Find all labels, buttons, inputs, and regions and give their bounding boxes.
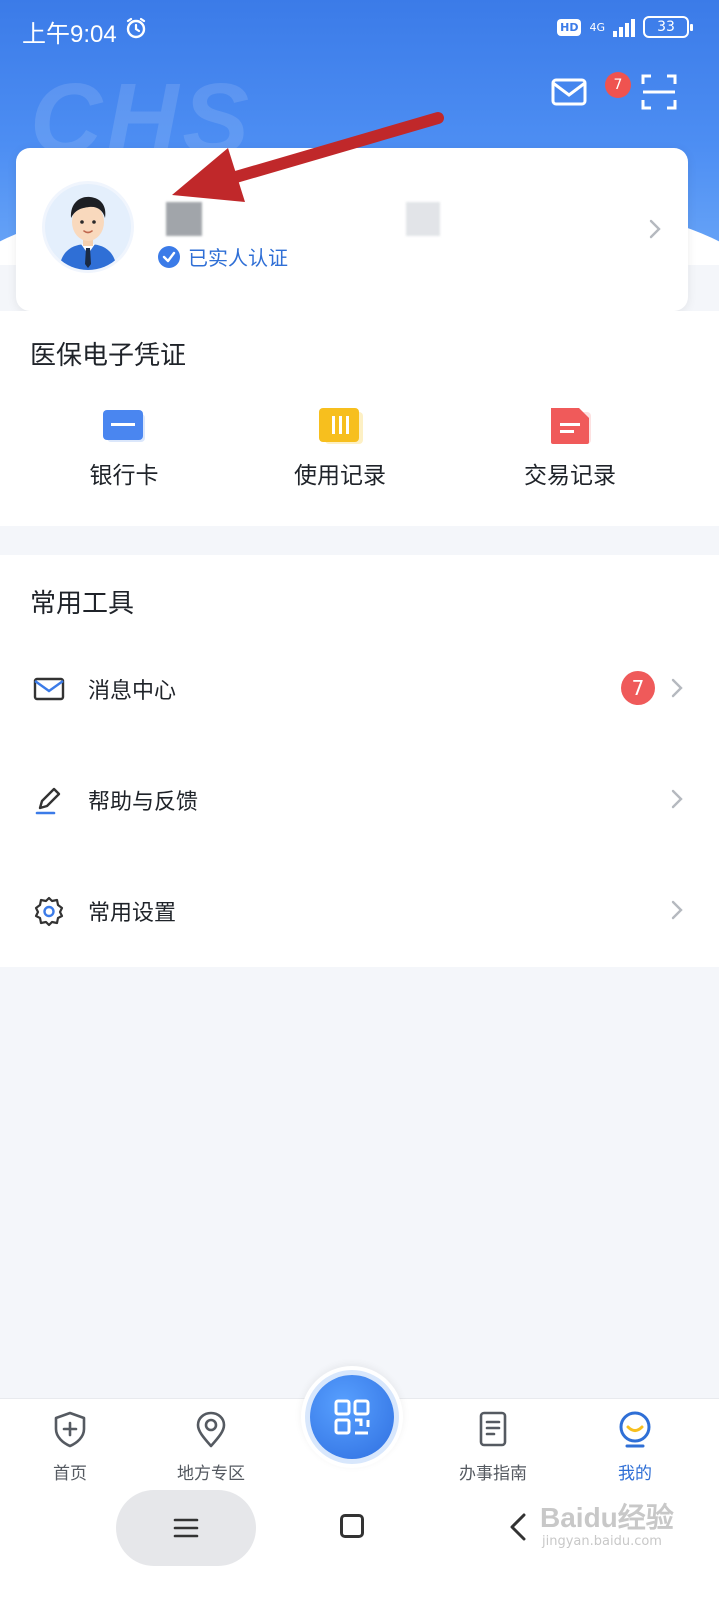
message-center-label: 消息中心 [88, 679, 177, 704]
nav-home-button[interactable] [340, 1514, 364, 1538]
help-feedback-label: 帮助与反馈 [88, 790, 199, 815]
avatar-illustration [45, 184, 131, 270]
mail-icon [551, 78, 587, 106]
hd-indicator: HD [557, 18, 582, 36]
network-type: 4G [589, 20, 605, 34]
verified-check-icon [158, 245, 180, 268]
voucher-section: 医保电子凭证 银行卡 使用记录 交易记录 [0, 311, 719, 526]
tab-local[interactable]: 地方专区 [156, 1409, 266, 1484]
scan-button[interactable] [639, 72, 679, 112]
qr-code-icon [334, 1399, 370, 1435]
status-indicators: HD 4G 33 [557, 16, 693, 38]
menu-icon [173, 1518, 199, 1538]
chevron-right-icon [671, 678, 683, 698]
chevron-right-icon [649, 219, 661, 239]
gear-icon [34, 896, 64, 927]
usage-record-item[interactable]: 使用记录 [260, 406, 420, 490]
settings-label: 常用设置 [88, 901, 177, 926]
tools-section-title: 常用工具 [30, 589, 135, 619]
document-icon [479, 1411, 507, 1447]
shield-plus-icon [54, 1411, 86, 1448]
chevron-right-icon [671, 789, 683, 809]
scan-icon [641, 74, 677, 110]
tab-guide-label: 办事指南 [459, 1464, 527, 1484]
voucher-section-title: 医保电子凭证 [30, 341, 187, 371]
transaction-record-item[interactable]: 交易记录 [490, 406, 650, 490]
transaction-record-icon [547, 406, 593, 446]
center-qr-wrapper [301, 1366, 403, 1468]
alarm-icon [126, 17, 146, 39]
message-count-badge: 7 [621, 671, 655, 705]
user-name-masked [166, 200, 440, 236]
usage-record-label: 使用记录 [294, 463, 386, 489]
smile-face-icon [619, 1411, 651, 1448]
bank-card-icon [101, 406, 147, 446]
tab-mine[interactable]: 我的 [580, 1409, 690, 1484]
verify-label: 已实人认证 [188, 246, 288, 270]
tab-mine-label: 我的 [618, 1464, 652, 1484]
location-pin-icon [196, 1411, 226, 1448]
usage-record-icon [317, 406, 363, 446]
mail-badge: 7 [605, 72, 631, 98]
help-feedback-row[interactable]: 帮助与反馈 [0, 760, 719, 840]
bank-card-item[interactable]: 银行卡 [44, 406, 204, 490]
header-actions: 7 [519, 62, 719, 122]
message-center-row[interactable]: 消息中心 7 [0, 649, 719, 729]
mail-icon [33, 677, 65, 701]
status-bar: 上午9:04 HD 4G 33 [0, 0, 719, 60]
nav-menu-button[interactable] [116, 1490, 256, 1566]
pen-icon [35, 787, 61, 815]
avatar [42, 181, 134, 273]
status-time: 上午9:04 [22, 21, 117, 48]
tools-section: 常用工具 消息中心 7 帮助与反馈 常用设置 [0, 555, 719, 967]
mail-button[interactable]: 7 [547, 72, 631, 112]
tab-home-label: 首页 [53, 1464, 87, 1484]
voucher-grid: 银行卡 使用记录 交易记录 [0, 406, 719, 506]
qr-code-button[interactable] [310, 1375, 394, 1459]
verification-status: 已实人认证 [158, 242, 288, 271]
chevron-right-icon [671, 900, 683, 920]
tab-guide[interactable]: 办事指南 [438, 1409, 548, 1484]
nav-back-icon[interactable] [508, 1512, 528, 1542]
baidu-watermark-url: jingyan.baidu.com [542, 1534, 662, 1549]
system-nav-bar: Baidu经验 jingyan.baidu.com [0, 1490, 719, 1600]
signal-icon [613, 17, 635, 37]
tab-local-label: 地方专区 [177, 1464, 245, 1484]
battery-indicator: 33 [643, 16, 693, 38]
bank-card-label: 银行卡 [89, 463, 159, 489]
profile-card[interactable]: 已实人认证 [16, 148, 688, 311]
settings-row[interactable]: 常用设置 [0, 871, 719, 951]
tab-home[interactable]: 首页 [15, 1409, 125, 1484]
transaction-record-label: 交易记录 [524, 463, 616, 489]
baidu-watermark: Baidu经验 [540, 1502, 674, 1533]
